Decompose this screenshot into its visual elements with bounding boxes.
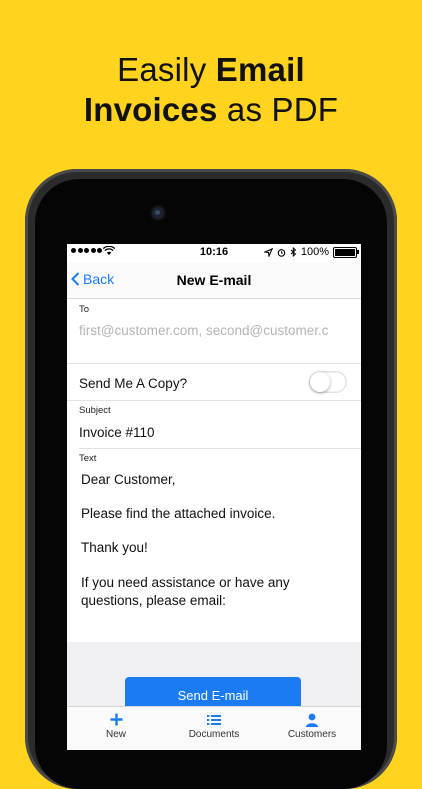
headline-plain-2: as PDF bbox=[217, 91, 339, 128]
battery-percent: 100% bbox=[300, 246, 329, 258]
navigation-bar: Back New E-mail bbox=[67, 262, 361, 299]
subject-label: Subject bbox=[79, 405, 111, 416]
promo-headline: Easily Email Invoices as PDF bbox=[0, 50, 422, 130]
divider bbox=[67, 400, 361, 401]
message-line: If you need assistance or have any bbox=[81, 575, 290, 590]
bluetooth-icon bbox=[290, 247, 297, 257]
divider bbox=[79, 448, 361, 449]
camera-icon bbox=[152, 207, 164, 219]
tab-bar: New Documents Customers bbox=[67, 706, 361, 750]
to-input[interactable]: first@customer.com, second@customer.c bbox=[79, 323, 329, 338]
headline-plain-1: Easily bbox=[117, 51, 216, 88]
tab-label: Documents bbox=[188, 729, 240, 740]
alarm-icon bbox=[277, 248, 286, 257]
divider bbox=[67, 363, 361, 364]
status-bar: 10:16 100% bbox=[67, 244, 361, 262]
text-label: Text bbox=[79, 453, 97, 464]
status-right: 100% bbox=[263, 246, 359, 258]
headline-bold-2: Invoices bbox=[83, 91, 218, 128]
to-label: To bbox=[79, 304, 90, 315]
toggle-knob bbox=[310, 372, 330, 392]
app-screen: 10:16 100% Back New E-mail To first@cust… bbox=[67, 244, 361, 750]
tab-new[interactable]: New bbox=[67, 707, 165, 750]
location-icon bbox=[263, 247, 273, 257]
message-line: questions, please email: bbox=[81, 593, 226, 608]
battery-icon bbox=[333, 246, 359, 258]
message-line: Thank you! bbox=[81, 540, 148, 555]
subject-input[interactable]: Invoice #110 bbox=[79, 425, 155, 440]
message-line: Dear Customer, bbox=[81, 472, 176, 487]
tab-customers[interactable]: Customers bbox=[263, 707, 361, 750]
send-copy-toggle[interactable] bbox=[309, 371, 347, 393]
tab-label: New bbox=[105, 729, 126, 740]
tab-label: Customers bbox=[287, 729, 337, 740]
message-line: Please find the attached invoice. bbox=[81, 506, 276, 521]
person-icon bbox=[306, 713, 318, 727]
plus-icon bbox=[110, 713, 122, 726]
list-icon bbox=[207, 714, 221, 725]
headline-bold-1: Email bbox=[215, 51, 305, 88]
page-title: New E-mail bbox=[176, 272, 252, 288]
send-copy-label: Send Me A Copy? bbox=[79, 376, 188, 391]
tab-documents[interactable]: Documents bbox=[165, 707, 263, 750]
